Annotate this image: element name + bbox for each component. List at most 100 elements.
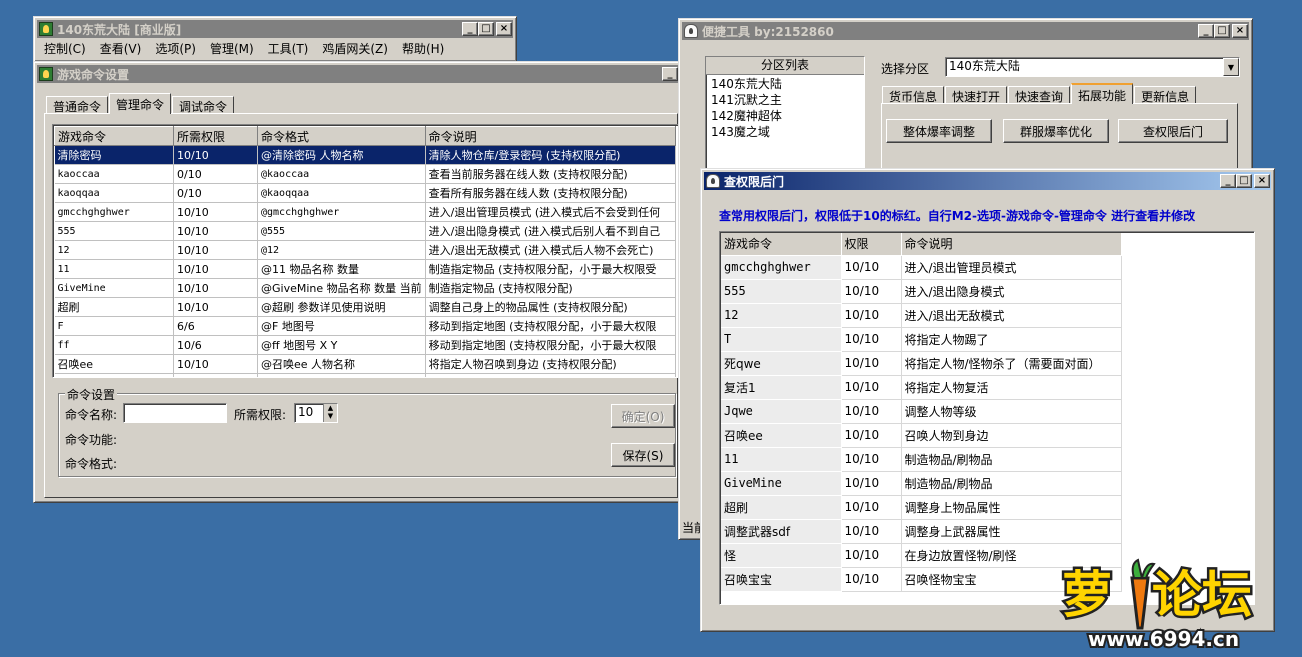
cell-command: gmcchghghwer bbox=[721, 255, 842, 280]
cell-description: 清除人物仓库/登录密码 (支持权限分配) bbox=[425, 145, 676, 165]
cell-command: T bbox=[721, 327, 842, 352]
maximize-button[interactable]: □ bbox=[1214, 24, 1230, 38]
tab-debug-commands[interactable]: 调试命令 bbox=[172, 96, 235, 114]
zone-item[interactable]: 143魔之域 bbox=[711, 124, 859, 140]
minimize-button[interactable]: _ bbox=[462, 22, 478, 36]
minimize-button[interactable]: _ bbox=[1220, 174, 1236, 188]
main-window-titlebar[interactable]: 140东荒大陆 [商业版] _ □ × bbox=[37, 20, 513, 38]
maximize-button[interactable]: □ bbox=[1236, 174, 1252, 188]
tab-normal-commands[interactable]: 普通命令 bbox=[46, 96, 109, 114]
notice-text: 查常用权限后门，权限低于10的标红。自行M2-选项-游戏命令-管理命令 进行查看… bbox=[719, 209, 1196, 223]
menu-tools[interactable]: 工具(T) bbox=[268, 40, 309, 57]
tab-extensions[interactable]: 拓展功能 bbox=[1071, 83, 1134, 104]
menu-manage[interactable]: 管理(M) bbox=[210, 40, 254, 57]
cell-permission: 10/10 bbox=[173, 202, 258, 222]
cell-permission: 10/10 bbox=[841, 255, 902, 280]
table-row[interactable]: 11 10/10 @11 物品名称 数量 制造指定物品 (支持权限分配，小于最大权限受 bbox=[54, 259, 676, 279]
table-row[interactable]: ff 10/6 @ff 地图号 X Y 移动到指定地图 (支持权限分配，小于最大权限 bbox=[54, 335, 676, 355]
zone-list-header: 分区列表 bbox=[706, 57, 864, 75]
zone-item[interactable]: 140东荒大陆 bbox=[711, 76, 859, 92]
col-header-command[interactable]: 游戏命令 bbox=[721, 233, 842, 256]
cell-format: @GiveMine 物品名称 数量 当前 bbox=[257, 278, 426, 298]
minimize-button[interactable]: _ bbox=[662, 67, 678, 81]
table-row[interactable]: 12 10/10 @12 进入/退出无敌模式 (进入模式后人物不会死亡) bbox=[54, 240, 676, 260]
cell-permission: 10/10 bbox=[841, 471, 902, 496]
minimize-button[interactable]: _ bbox=[1198, 24, 1214, 38]
tab-currency-info[interactable]: 货币信息 bbox=[882, 86, 945, 104]
col-header-permission[interactable]: 权限 bbox=[841, 233, 902, 256]
table-row[interactable]: 死qwe 10/10 将指定人物/怪物杀了（需要面对面） bbox=[721, 351, 1122, 376]
col-header-permission[interactable]: 所需权限 bbox=[173, 126, 258, 146]
close-button[interactable]: × bbox=[1254, 174, 1270, 188]
cell-command: 召唤ee bbox=[721, 423, 842, 448]
close-button[interactable]: × bbox=[1232, 24, 1248, 38]
tab-update-info[interactable]: 更新信息 bbox=[1134, 86, 1197, 104]
table-row[interactable]: 召唤ee 10/10 召唤人物到身边 bbox=[721, 423, 1122, 448]
cell-command: 怪 bbox=[721, 543, 842, 568]
table-row[interactable]: 555 10/10 进入/退出隐身模式 bbox=[721, 279, 1122, 304]
table-row[interactable]: 召唤ee 10/10 @召唤ee 人物名称 将指定人物召唤到身边 (支持权限分配) bbox=[54, 354, 676, 374]
permission-spinbox[interactable]: 10 ▲ ▼ bbox=[294, 403, 338, 423]
cell-permission: 10/6 bbox=[173, 335, 258, 355]
cell-permission: 10/10 bbox=[173, 259, 258, 279]
group-drop-rate-button[interactable]: 群服爆率优化 bbox=[1003, 119, 1109, 143]
table-row[interactable]: 超刷 10/10 调整身上物品属性 bbox=[721, 495, 1122, 520]
cell-permission: 6/6 bbox=[173, 316, 258, 336]
table-row[interactable]: 555 10/10 @555 进入/退出隐身模式 (进入模式后别人看不到自己 bbox=[54, 221, 676, 241]
maximize-button[interactable]: □ bbox=[478, 22, 494, 36]
menu-help[interactable]: 帮助(H) bbox=[402, 40, 444, 57]
col-header-description[interactable]: 命令说明 bbox=[424, 126, 676, 146]
col-header-description[interactable]: 命令说明 bbox=[901, 233, 1122, 256]
table-row[interactable]: F 6/6 @F 地图号 移动到指定地图 (支持权限分配，小于最大权限 bbox=[54, 316, 676, 336]
cell-permission: 10/10 bbox=[173, 145, 258, 165]
tab-quick-query[interactable]: 快速查询 bbox=[1008, 86, 1071, 104]
tab-quick-open[interactable]: 快速打开 bbox=[945, 86, 1008, 104]
table-row[interactable]: 11 10/10 制造物品/刷物品 bbox=[721, 447, 1122, 472]
table-row[interactable]: Jqwe 10/10 调整人物等级 bbox=[721, 399, 1122, 424]
zone-item[interactable]: 142魔神超体 bbox=[711, 108, 859, 124]
group-title: 命令设置 bbox=[65, 386, 118, 403]
table-row[interactable]: 复活1 10/10 将指定人物复活 bbox=[721, 375, 1122, 400]
cell-format: @gmcchghghwer bbox=[257, 202, 426, 222]
cell-description: 将指定人物复活 bbox=[901, 375, 1122, 400]
overall-drop-rate-button[interactable]: 整体爆率调整 bbox=[886, 119, 992, 143]
menu-options[interactable]: 选项(P) bbox=[155, 40, 196, 57]
table-row[interactable]: gmcchghghwer 10/10 @gmcchghghwer 进入/退出管理员模式… bbox=[54, 202, 676, 222]
table-row[interactable]: kaoccaa 0/10 @kaoccaa 查看当前服务器在线人数 (支持权限分配) bbox=[54, 164, 676, 184]
table-row[interactable]: 12 10/10 进入/退出无敌模式 bbox=[721, 303, 1122, 328]
cell-description: 进入/退出管理员模式 bbox=[901, 255, 1122, 280]
table-row[interactable]: T 10/10 将指定人物踢了 bbox=[721, 327, 1122, 352]
cell-command: GiveMine bbox=[721, 471, 842, 496]
cell-description: 跟踪指定人物 (支持权限分配) bbox=[425, 373, 676, 377]
table-row[interactable]: 调整武器sdf 10/10 调整身上武器属性 bbox=[721, 519, 1122, 544]
permission-label: 所需权限: bbox=[234, 408, 287, 422]
col-header-command[interactable]: 游戏命令 bbox=[54, 126, 174, 146]
col-header-format[interactable]: 命令格式 bbox=[257, 126, 426, 146]
table-row[interactable]: 跟踪10/10@跟踪 人物名称跟踪指定人物 (支持权限分配) bbox=[54, 373, 676, 377]
table-row[interactable]: 超刷 10/10 @超刷 参数详见使用说明 调整自己身上的物品属性 (支持权限分配) bbox=[54, 297, 676, 317]
menu-control[interactable]: 控制(C) bbox=[44, 40, 86, 57]
zone-select[interactable]: 140东荒大陆 ▼ bbox=[945, 57, 1240, 77]
settings-tabs: 普通命令 管理命令 调试命令 bbox=[46, 93, 235, 114]
confirm-button[interactable]: 确定(O) bbox=[611, 404, 675, 428]
check-backdoor-button[interactable]: 查权限后门 bbox=[1118, 119, 1228, 143]
chevron-down-icon[interactable]: ▼ bbox=[1223, 58, 1239, 76]
table-row[interactable]: kaoqqaa 0/10 @kaoqqaa 查看所有服务器在线人数 (支持权限分配) bbox=[54, 183, 676, 203]
zone-item[interactable]: 141沉默之主 bbox=[711, 92, 859, 108]
table-row[interactable]: 清除密码 10/10 @清除密码 人物名称 清除人物仓库/登录密码 (支持权限分配) bbox=[54, 145, 676, 165]
save-button[interactable]: 保存(S) bbox=[611, 443, 675, 467]
close-button[interactable]: × bbox=[496, 22, 512, 36]
settings-window-titlebar[interactable]: 游戏命令设置 _ bbox=[37, 65, 679, 83]
tool-window-titlebar[interactable]: 便捷工具 by:2152860 _ □ × bbox=[682, 22, 1249, 40]
menu-gateway[interactable]: 鸡盾网关(Z) bbox=[322, 40, 388, 57]
tab-admin-commands[interactable]: 管理命令 bbox=[109, 93, 172, 114]
table-row[interactable]: GiveMine 10/10 制造物品/刷物品 bbox=[721, 471, 1122, 496]
perm-window-titlebar[interactable]: 查权限后门 _ □ × bbox=[704, 172, 1271, 190]
cell-permission: 10/10 bbox=[841, 423, 902, 448]
command-name-input[interactable] bbox=[123, 403, 227, 423]
table-row[interactable]: gmcchghghwer 10/10 进入/退出管理员模式 bbox=[721, 255, 1122, 280]
menu-view[interactable]: 查看(V) bbox=[100, 40, 142, 57]
cell-description: 调整身上武器属性 bbox=[901, 519, 1122, 544]
spinner-arrows-icon[interactable]: ▲ ▼ bbox=[323, 404, 337, 422]
table-row[interactable]: GiveMine 10/10 @GiveMine 物品名称 数量 当前 制造指定物品 … bbox=[54, 278, 676, 298]
